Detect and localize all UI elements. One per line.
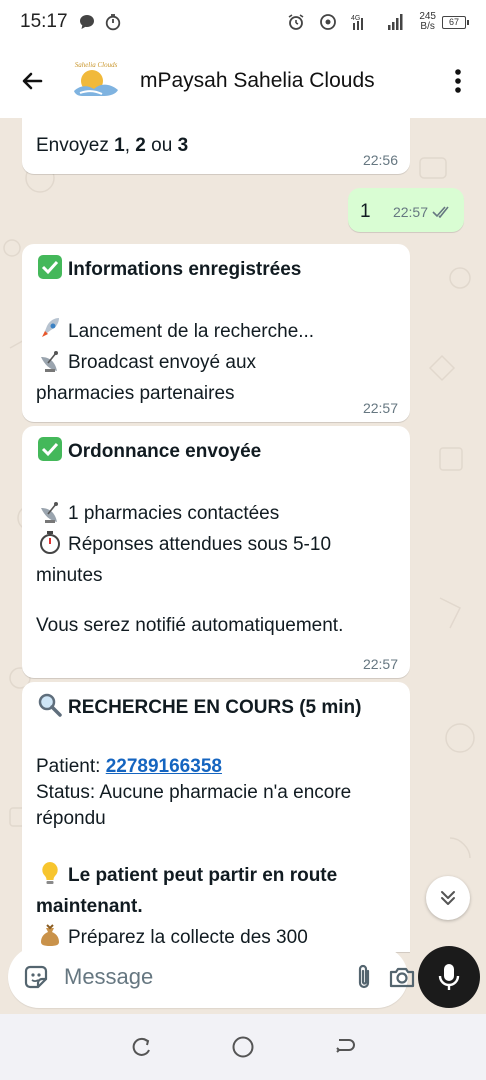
option-number: 1 (114, 135, 125, 156)
message-text: pharmacies partenaires (36, 383, 235, 404)
nav-home-button[interactable] (223, 1027, 263, 1067)
message-title-line: RECHERCHE EN COURS (5 min) (36, 692, 396, 723)
message-line: Réponses attendues sous 5-10 (36, 529, 396, 560)
arrow-left-icon (22, 72, 43, 90)
money-bag-icon (41, 924, 59, 946)
attach-button[interactable] (352, 959, 376, 995)
message-text: Lancement de la recherche... (68, 321, 315, 342)
avatar-logo-text: Sahelia Clouds (75, 61, 118, 69)
message-text: Préparez la collecte des 300 (68, 927, 308, 948)
nav-back-button[interactable] (325, 1027, 365, 1067)
battery-indicator: 67 (442, 15, 469, 29)
back-button[interactable] (0, 44, 64, 118)
option-number: 2 (135, 135, 146, 156)
message-text-part: Envoyez (36, 135, 115, 156)
system-navigation-bar (0, 1014, 486, 1080)
message-timestamp: 22:57 (362, 400, 398, 416)
message-bubble-incoming[interactable]: Ordonnance envoyée 1 pharmacies contacté… (22, 426, 410, 678)
more-options-button[interactable] (430, 44, 486, 118)
message-text: minutes (36, 565, 103, 586)
message-line: Le patient peut partir en route (36, 860, 396, 891)
chat-bubble-icon (78, 13, 96, 31)
chat-area[interactable]: Envoyez 1, 2 ou 3 22:56 1 22:57 Informat… (0, 118, 486, 1014)
message-text-part: , (124, 135, 136, 156)
paperclip-icon (358, 964, 370, 989)
sticker-icon (24, 965, 48, 989)
message-text: Réponses attendues sous 5-10 (68, 534, 332, 555)
message-text-part: ou (145, 135, 178, 156)
nav-recents-button[interactable] (121, 1027, 161, 1067)
stopwatch-icon (40, 531, 60, 554)
patient-line: Patient: 22789166358 (36, 754, 396, 780)
message-time: 22:57 (392, 204, 428, 220)
message-bubble-incoming[interactable]: Informations enregistrées Lancement de l… (22, 244, 410, 422)
home-circle-icon (232, 1036, 254, 1058)
message-text: Le patient peut partir en route (68, 865, 338, 886)
scroll-to-bottom-button[interactable] (426, 876, 470, 920)
message-timestamp: 22:57 (393, 204, 428, 220)
avatar[interactable]: Sahelia Clouds (66, 51, 126, 111)
hotspot-icon (319, 13, 337, 31)
satellite-antenna-icon (41, 351, 58, 372)
signal-bars-icon (387, 13, 405, 31)
message-bubble-incoming[interactable]: Envoyez 1, 2 ou 3 22:56 (22, 118, 410, 174)
message-bubble-incoming[interactable]: RECHERCHE EN COURS (5 min) Patient: 2278… (22, 682, 410, 952)
patient-phone-link[interactable]: 22789166358 (106, 756, 222, 777)
message-text: répondu (36, 808, 106, 829)
message-title-line: Informations enregistrées (36, 254, 396, 285)
light-bulb-icon (42, 862, 58, 884)
check-mark-button-icon (38, 437, 62, 461)
camera-icon (389, 967, 415, 988)
timer-icon (104, 13, 122, 31)
more-vert-icon (455, 69, 461, 93)
camera-button[interactable] (388, 959, 416, 995)
message-title: Ordonnance envoyée (68, 441, 262, 462)
message-timestamp: 22:57 (362, 656, 398, 672)
status-bar: 15:17 4G 245 B/s 67 (0, 0, 486, 44)
message-text: Envoyez 1, 2 ou 3 (36, 130, 396, 161)
recents-icon (132, 1037, 150, 1056)
check-mark-button-icon (38, 255, 62, 279)
message-text: 1 (360, 201, 371, 222)
message-bubble-outgoing[interactable]: 1 22:57 (348, 188, 464, 232)
rocket-icon (42, 318, 59, 337)
message-line: 1 pharmacies contactées (36, 498, 396, 529)
magnifying-glass-icon (38, 693, 62, 717)
back-nav-icon (336, 1039, 355, 1053)
patient-label: Patient: (36, 756, 106, 777)
network-speed-unit: B/s (420, 21, 435, 32)
satellite-antenna-icon (41, 502, 58, 523)
message-title-line: Ordonnance envoyée (36, 436, 396, 467)
sticker-button[interactable] (22, 959, 50, 995)
message-composer (8, 946, 415, 1008)
contact-name[interactable]: mPaysah Sahelia Clouds (140, 69, 430, 93)
message-text: Vous serez notifié automatiquement. (36, 615, 344, 636)
voice-message-button[interactable] (418, 946, 480, 1008)
chat-header: Sahelia Clouds mPaysah Sahelia Clouds (0, 44, 486, 118)
signal-4g-icon: 4G (351, 13, 373, 31)
alarm-icon (287, 13, 305, 31)
message-timestamp: 22:56 (362, 152, 398, 168)
message-text: Status: Aucune pharmacie n'a encore (36, 782, 352, 803)
double-check-icon (432, 206, 449, 218)
status-time: 15:17 (20, 11, 68, 32)
message-input[interactable] (64, 964, 352, 990)
message-line: Broadcast envoyé aux (36, 347, 396, 378)
logo-icon: Sahelia Clouds (66, 51, 126, 111)
battery-level: 67 (448, 17, 459, 27)
message-line: Lancement de la recherche... (36, 316, 396, 347)
microphone-icon (438, 964, 460, 990)
message-text: 1 pharmacies contactées (68, 503, 280, 524)
double-chevron-down-icon (441, 891, 455, 905)
network-speed: 245 B/s (419, 12, 436, 32)
message-title: RECHERCHE EN COURS (5 min) (68, 697, 362, 718)
svg-text:4G: 4G (351, 15, 360, 22)
option-number: 3 (177, 135, 189, 156)
message-text: Broadcast envoyé aux (68, 352, 257, 373)
message-title: Informations enregistrées (68, 259, 302, 280)
message-text: maintenant. (36, 896, 143, 917)
